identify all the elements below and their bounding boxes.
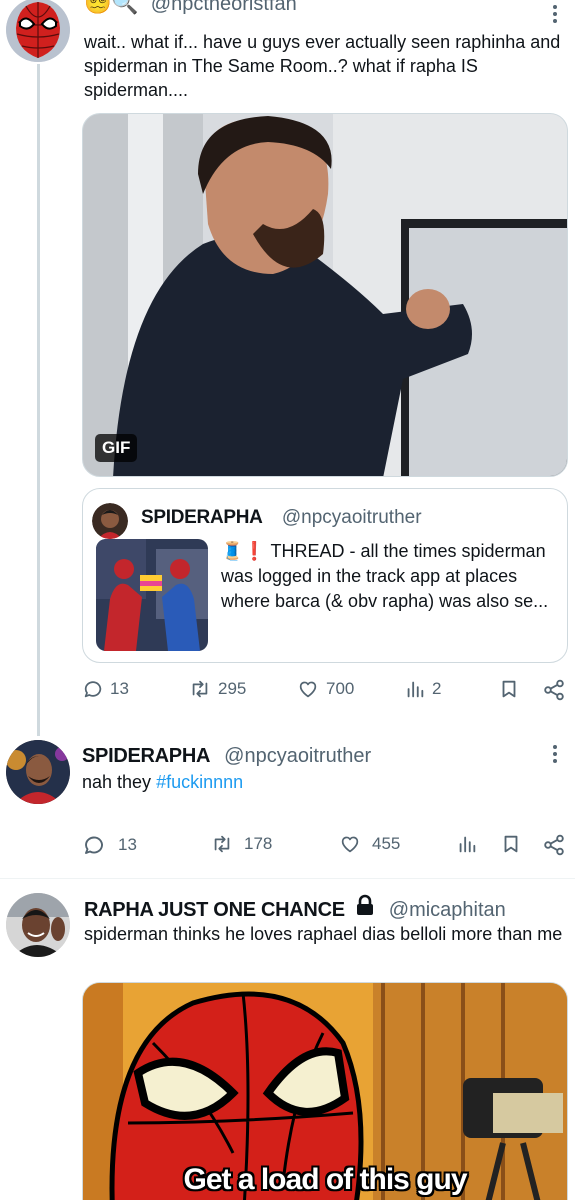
retweet-button[interactable]: 178 [210, 833, 272, 855]
retweet-icon [214, 835, 230, 853]
tweet-divider [0, 878, 575, 879]
tweet1-more-icon[interactable] [550, 2, 560, 28]
retweet-count: 178 [244, 834, 273, 853]
share-button[interactable] [542, 678, 566, 702]
avatar-image [6, 893, 70, 957]
share-icon [544, 834, 564, 856]
tweet1-header: 😵‍💫🔍 @npctheoristfan [84, 0, 297, 16]
bookmark-icon [504, 835, 518, 853]
views-button[interactable]: 2 [404, 678, 441, 700]
quote-handle: @npcyaoitruther [281, 507, 422, 528]
tweet3-display-name[interactable]: RAPHA JUST ONE CHANCE [84, 899, 345, 922]
tweet2-text-body: nah they [82, 772, 157, 792]
share-icon [544, 679, 564, 701]
tweet3-handle[interactable]: @micaphitan [389, 899, 506, 922]
tweet3-header: RAPHA JUST ONE CHANCE @micaphitan [84, 894, 506, 922]
quoted-tweet-card[interactable]: SPIDERAPHA @npcyaoitruther 🧵❗ THREAD - a… [82, 488, 568, 663]
views-count: 2 [432, 679, 442, 698]
reply-count: 13 [118, 835, 137, 854]
tweet2-handle[interactable]: @npcyaoitruther [224, 745, 371, 768]
spiderman-avatar-image [6, 0, 70, 62]
avatar-npctheoristfan[interactable] [6, 0, 70, 62]
retweet-count: 295 [218, 679, 247, 698]
like-count: 700 [326, 679, 355, 698]
avatar-micaphitan[interactable] [6, 893, 70, 957]
meme-caption: Get a load of this guy [183, 1163, 467, 1196]
tweet2-action-bar: 13 178 455 [82, 833, 568, 863]
tweet1-display-name-emojis: 😵‍💫🔍 [84, 0, 139, 15]
tweet2-text: nah they #fuckinnnn [82, 770, 552, 794]
tweet2-more-icon[interactable] [550, 742, 560, 768]
views-button[interactable] [456, 833, 478, 855]
quote-display-name: SPIDERAPHA [141, 507, 263, 528]
tweet1-text: wait.. what if... have u guys ever actua… [84, 32, 561, 100]
quote-thumbnail [96, 539, 208, 651]
avatar-npcyaoitruther[interactable] [6, 740, 70, 804]
reply-button[interactable]: 13 [82, 678, 129, 700]
share-button[interactable] [542, 833, 566, 857]
views-icon [459, 836, 476, 853]
tweet3-meme-image[interactable]: Get a load of this guy [82, 982, 568, 1200]
tweet1-handle[interactable]: @npctheoristfan [151, 0, 297, 16]
avatar-image [6, 740, 70, 804]
gif-frame-image [83, 114, 567, 476]
lock-icon [355, 894, 375, 922]
bookmark-button[interactable] [500, 833, 522, 855]
tweet2-display-name[interactable]: SPIDERAPHA [82, 745, 210, 768]
reply-button[interactable]: 13 [82, 833, 137, 857]
gif-badge: GIF [95, 434, 138, 462]
reply-icon [85, 836, 103, 854]
reply-icon [84, 681, 102, 698]
like-icon [341, 836, 359, 853]
tweet2-header: SPIDERAPHA @npcyaoitruther [82, 745, 371, 768]
tweet1-gif-media[interactable]: GIF [82, 113, 568, 477]
thread-connector-line [37, 64, 40, 736]
tweet3-text: spiderman thinks he loves raphael dias b… [84, 924, 563, 944]
retweet-icon [192, 680, 208, 698]
like-button[interactable]: 455 [338, 833, 400, 855]
quote-header: SPIDERAPHA @npcyaoitruther [141, 507, 422, 529]
quote-avatar [92, 503, 128, 539]
like-button[interactable]: 700 [296, 678, 354, 700]
reply-count: 13 [110, 679, 129, 698]
bookmark-icon [502, 680, 516, 698]
tweet1-action-bar: 13 295 700 2 [82, 678, 568, 708]
retweet-button[interactable]: 295 [188, 678, 246, 700]
like-count: 455 [372, 834, 401, 853]
bookmark-button[interactable] [498, 678, 520, 700]
like-icon [299, 681, 317, 698]
tweet2-hashtag-link[interactable]: #fuckinnnn [156, 772, 243, 792]
views-icon [407, 681, 424, 698]
quote-text: 🧵❗ THREAD - all the times spiderman was … [221, 541, 549, 611]
